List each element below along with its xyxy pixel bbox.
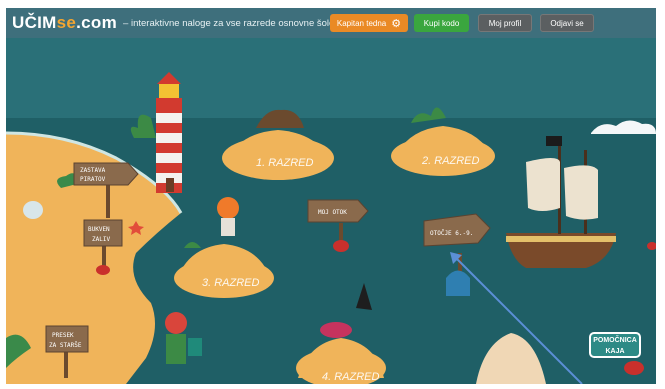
sign-zastava-line1: ZASTAVA — [80, 167, 106, 174]
pirate-girl — [217, 197, 239, 219]
app-frame: UČIMse.com – interaktivne naloge za vse … — [6, 8, 656, 384]
kapitan-tedna-label: Kapitan tedna — [336, 18, 387, 28]
sign-bukev-line2: ZALIV — [92, 236, 110, 243]
site-tagline: – interaktivne naloge za vse razrede osn… — [123, 17, 335, 29]
lighthouse — [156, 72, 182, 193]
pirate-flag — [546, 136, 562, 146]
sign-presek-line1: PRESEK — [52, 332, 74, 339]
island-2-label: 2. RAZRED — [421, 155, 480, 167]
top-bar: UČIMse.com – interaktivne naloge za vse … — [6, 8, 656, 38]
odjavi-se-button[interactable]: Odjavi se — [540, 14, 594, 32]
pomocnica-kaja-button[interactable]: POMOČNICA KAJA — [589, 332, 641, 358]
rock — [23, 201, 43, 219]
moj-profil-button[interactable]: Moj profil — [478, 14, 532, 32]
sign-zastava-line2: PIRATOV — [80, 176, 106, 183]
island-3-label: 3. RAZRED — [202, 277, 260, 289]
sign-bukev-line1: BUKVEN — [88, 226, 110, 233]
kupi-kodo-button[interactable]: Kupi kodo — [414, 14, 469, 32]
island-map: ZASTAVA PIRATOV BUKVEN ZALIV PRESEK ZA S… — [6, 38, 656, 384]
kapitan-tedna-button[interactable]: Kapitan tedna ⚙ — [330, 14, 408, 32]
island-1-label: 1. RAZRED — [256, 157, 314, 169]
help-line1: POMOČNICA — [593, 337, 637, 344]
site-logo[interactable]: UČIMse.com — [12, 13, 117, 33]
sign-moj-otok-label: MOJ OTOK — [318, 209, 347, 216]
sign-otocje-label: OTOČJE 6.-9. — [430, 230, 473, 237]
map-canvas: ZASTAVA PIRATOV BUKVEN ZALIV PRESEK ZA S… — [6, 38, 656, 384]
sign-presek-line2: ZA STARŠE — [49, 342, 82, 349]
gear-icon: ⚙ — [391, 17, 402, 30]
island-4-label: 4. RAZRED — [322, 371, 380, 383]
buoy-blue — [446, 270, 470, 296]
buoy — [333, 240, 349, 252]
cauldron — [320, 322, 352, 338]
help-line2: KAJA — [605, 348, 625, 355]
